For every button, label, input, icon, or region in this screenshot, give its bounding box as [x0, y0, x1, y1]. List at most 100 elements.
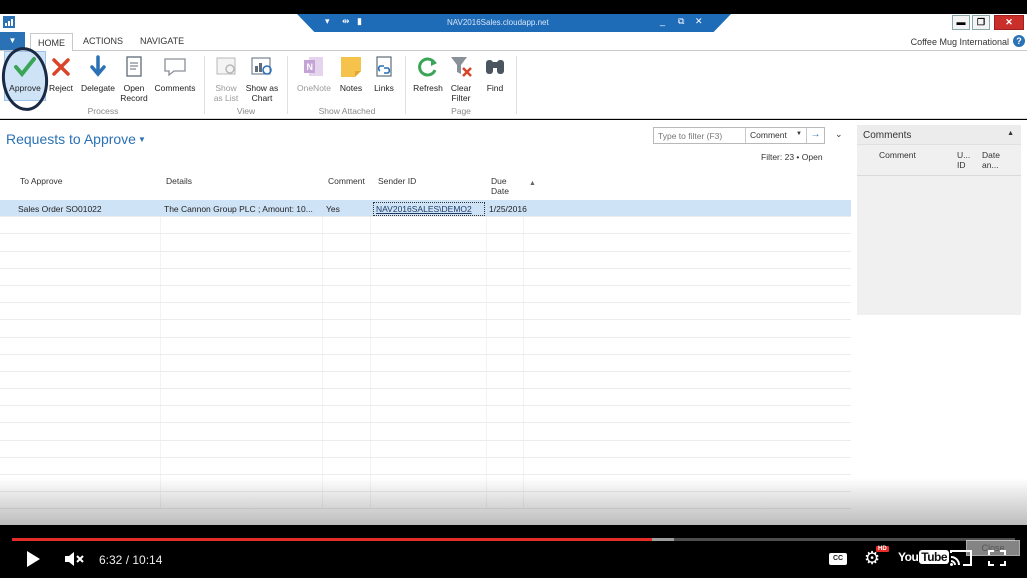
- video-progress-bar[interactable]: [12, 538, 1015, 541]
- grid-rows: Sales Order SO01022 The Cannon Group PLC…: [0, 200, 851, 510]
- ribbon-separator: [405, 56, 406, 114]
- play-button[interactable]: [25, 550, 41, 570]
- sort-ascending-icon: ▲: [529, 180, 536, 187]
- empty-row: [0, 371, 851, 390]
- empty-row: [0, 234, 851, 252]
- factbox-column-comment[interactable]: Comment: [879, 150, 916, 160]
- empty-row: [0, 320, 851, 338]
- table-row[interactable]: Sales Order SO01022 The Cannon Group PLC…: [0, 200, 851, 218]
- captions-button[interactable]: CC: [829, 553, 847, 565]
- fullscreen-button[interactable]: [988, 550, 1006, 568]
- chevron-up-icon[interactable]: ▲: [1007, 130, 1014, 137]
- list-icon: [216, 57, 236, 75]
- arrow-right-icon[interactable]: →: [806, 128, 824, 143]
- rd-close-icon[interactable]: ✕: [695, 16, 703, 27]
- reject-button[interactable]: Reject: [47, 54, 75, 93]
- links-button[interactable]: Links: [370, 54, 398, 93]
- pin-icon[interactable]: ▾: [325, 16, 330, 27]
- empty-row: [0, 303, 851, 321]
- group-label-view: View: [236, 106, 256, 116]
- tab-actions[interactable]: ACTIONS: [83, 36, 123, 46]
- open-record-button[interactable]: Open Record: [118, 54, 150, 103]
- empty-row: [0, 457, 851, 475]
- clear-filter-button[interactable]: Clear Filter: [447, 54, 475, 103]
- chevron-down-icon[interactable]: ⌄: [835, 129, 843, 140]
- factbox-column-date[interactable]: Date an...: [982, 150, 1000, 170]
- delegate-button[interactable]: Delegate: [79, 54, 117, 93]
- rd-restore-icon[interactable]: ⧉: [678, 16, 684, 27]
- signal-icon: ▮: [357, 16, 362, 26]
- company-name[interactable]: Coffee Mug International: [911, 37, 1009, 47]
- binoculars-icon: [486, 60, 504, 74]
- show-as-chart-button[interactable]: Show as Chart: [244, 54, 280, 103]
- document-icon: [126, 56, 142, 77]
- empty-row: [0, 268, 851, 286]
- chevron-down-icon[interactable]: ▼: [796, 131, 802, 137]
- hd-badge: HD: [876, 546, 889, 552]
- help-icon[interactable]: ?: [1013, 35, 1025, 47]
- cell-due-date: 1/25/2016: [489, 204, 527, 214]
- show-as-list-button[interactable]: Show as List: [209, 54, 243, 103]
- filter-field-select[interactable]: Comment: [750, 130, 787, 140]
- svg-text:N: N: [307, 62, 314, 72]
- ribbon-separator: [204, 56, 205, 114]
- factbox-title: Comments: [863, 130, 912, 141]
- chevron-down-icon[interactable]: ▼: [138, 135, 146, 144]
- empty-row: [0, 217, 851, 235]
- empty-row: [0, 440, 851, 458]
- remote-title: NAV2016Sales.cloudapp.net: [447, 18, 549, 27]
- connection-icon: ⇹: [342, 16, 350, 26]
- filter-pane: Comment ▼ →: [653, 127, 825, 144]
- comments-factbox: Comments ▲ Comment U... ID Date an...: [857, 125, 1021, 315]
- tab-home[interactable]: HOME: [30, 33, 73, 52]
- column-header-sender-id[interactable]: Sender ID: [378, 176, 416, 186]
- factbox-column-user-id[interactable]: U... ID: [957, 150, 970, 170]
- ribbon-separator: [287, 56, 288, 114]
- page-title[interactable]: Requests to Approve: [6, 131, 136, 147]
- cell-sender-id-link[interactable]: NAV2016SALES\DEMO2: [373, 202, 485, 216]
- find-button[interactable]: Find: [481, 54, 509, 93]
- minimize-button[interactable]: ▬: [952, 15, 970, 30]
- time-display: 6:32 / 10:14: [99, 553, 163, 567]
- video-progress-fill: [12, 538, 652, 541]
- column-header-details[interactable]: Details: [166, 176, 192, 186]
- empty-row: [0, 354, 851, 372]
- refresh-icon: [418, 57, 437, 77]
- column-header-to-approve[interactable]: To Approve: [20, 176, 63, 186]
- ribbon-tab-strip: ▼ HOME ACTIONS NAVIGATE Coffee Mug Inter…: [0, 32, 1027, 52]
- sticky-note-icon: [341, 57, 361, 77]
- filter-status: Filter: 23 • Open: [761, 152, 823, 162]
- cell-comment: Yes: [326, 204, 340, 214]
- maximize-button[interactable]: ❐: [972, 15, 990, 30]
- factbox-divider: [857, 175, 1021, 176]
- empty-row: [0, 389, 851, 407]
- youtube-logo[interactable]: You Tube: [898, 550, 950, 564]
- main-content: Requests to Approve ▼ Comment ▼ → ⌄ Filt…: [0, 120, 1027, 525]
- speaker-muted-icon: [65, 552, 84, 566]
- empty-row: [0, 285, 851, 304]
- refresh-button[interactable]: Refresh: [411, 54, 445, 93]
- ribbon-separator: [516, 56, 517, 114]
- filter-input[interactable]: [654, 128, 746, 143]
- empty-row: [0, 251, 851, 269]
- tab-navigate[interactable]: NAVIGATE: [140, 36, 184, 46]
- onenote-button[interactable]: N OneNote: [294, 54, 334, 93]
- column-header-due-date[interactable]: Due Date: [491, 176, 509, 196]
- delegate-arrow-icon: [90, 55, 106, 77]
- play-icon: [27, 551, 40, 567]
- window-titlebar: ▾ ⇹ ▮ NAV2016Sales.cloudapp.net _ ⧉ ✕ ▬ …: [0, 14, 1027, 32]
- fullscreen-icon: [988, 550, 1006, 566]
- mute-button[interactable]: [64, 551, 86, 569]
- column-header-comment[interactable]: Comment: [328, 176, 365, 186]
- factbox-header[interactable]: Comments ▲: [857, 125, 1021, 145]
- notes-button[interactable]: Notes: [337, 54, 365, 93]
- ribbon: Approve Reject Delegate Open Record Comm…: [0, 44, 1027, 119]
- comments-button[interactable]: Comments: [152, 54, 198, 93]
- group-label-page: Page: [451, 106, 471, 116]
- empty-row: [0, 406, 851, 424]
- comment-bubble-icon: [164, 58, 186, 77]
- cast-icon: [950, 550, 972, 566]
- rd-minimize-icon[interactable]: _: [660, 16, 665, 26]
- cast-button[interactable]: [949, 549, 973, 569]
- close-window-button[interactable]: ✕: [994, 15, 1024, 30]
